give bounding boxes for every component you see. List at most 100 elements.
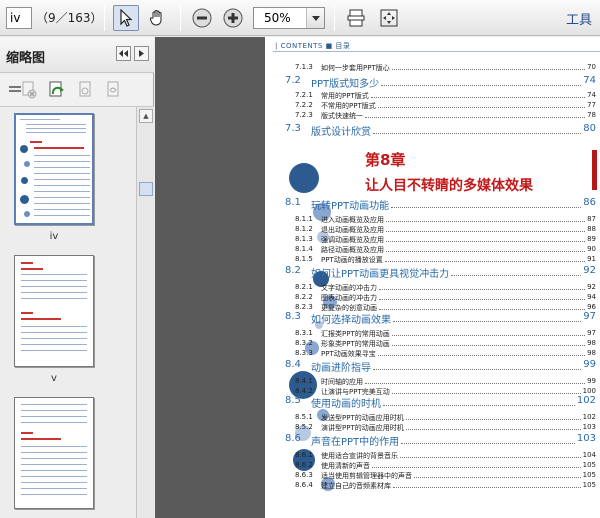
toc-entry[interactable]: 8.1.5 PPT动画的播放设置 91 <box>265 253 600 265</box>
toc-leader-dots <box>400 457 581 458</box>
toolbar-divider <box>180 5 181 31</box>
toc-number: 8.5 <box>285 395 301 406</box>
toc-number: 8.1.3 <box>295 235 313 243</box>
expand-icon <box>380 9 398 27</box>
fit-page-icon <box>347 9 365 27</box>
chevron-right-icon <box>139 50 144 57</box>
toc-section-entry[interactable]: 8.4 动画进阶指导 99 <box>265 359 600 374</box>
page-thumbnail[interactable] <box>14 397 94 509</box>
hand-icon <box>149 10 162 26</box>
toc-page-number: 102 <box>576 395 596 406</box>
expand-right-button[interactable] <box>134 46 149 61</box>
double-chevron-left-icon <box>119 50 128 57</box>
toc-leader-dots <box>372 467 581 468</box>
scroll-up-icon[interactable]: ▲ <box>139 109 153 123</box>
toc-leader-dots <box>414 477 581 478</box>
toc-number: 8.1.4 <box>295 245 313 253</box>
toc-leader-dots <box>385 261 585 262</box>
document-background <box>155 37 263 518</box>
toc-number: 8.3 <box>285 311 301 322</box>
toc-number: 8.1.2 <box>295 225 313 233</box>
toc-section-entry[interactable]: 8.3 如何选择动画效果 97 <box>265 311 600 326</box>
zoom-out-button[interactable] <box>189 5 215 31</box>
tools-menu-link[interactable]: 工具 <box>566 9 592 28</box>
zoom-value: 50% <box>264 11 291 25</box>
toc-entry[interactable]: 8.3.3 PPT动画效果寻宝 98 <box>265 347 600 359</box>
rotate-icon <box>49 81 64 97</box>
toc-section-entry[interactable]: 7.3 版式设计欣赏 80 <box>265 123 600 138</box>
toc-entry[interactable]: 8.6.4 建立自己的音频素材库 105 <box>265 479 600 491</box>
toc-title: 动画进阶指导 <box>311 363 371 374</box>
toc-entry[interactable]: 7.2.3 版式快速统一 78 <box>265 109 600 121</box>
delete-page-button[interactable] <box>18 79 40 101</box>
page-count-label: （9／163） <box>36 11 103 25</box>
decorative-circle <box>289 163 319 193</box>
toc-page-number: 98 <box>587 349 596 357</box>
main-toolbar: iv （9／163） 50% 工具 <box>0 0 600 36</box>
page-print-icon <box>79 81 91 97</box>
toc-leader-dots <box>451 275 581 276</box>
select-tool-button[interactable] <box>113 5 139 31</box>
delete-page-icon <box>22 81 37 99</box>
thumbnail-label: v <box>51 373 57 384</box>
toc-title: 版式快速统一 <box>321 112 363 120</box>
toc-number: 8.6.1 <box>295 451 313 459</box>
toc-leader-dots <box>383 405 575 406</box>
toc-page-number: 102 <box>582 413 596 421</box>
toc-leader-dots <box>392 335 585 336</box>
toc-number: 8.6.3 <box>295 471 313 479</box>
toc-section-entry[interactable]: 8.6 声音在PPT中的作用 103 <box>265 433 600 448</box>
toc-page-number: 105 <box>582 481 596 489</box>
toc-number: 8.6 <box>285 433 301 444</box>
toc-leader-dots <box>373 369 581 370</box>
zoom-select[interactable]: 50% <box>253 7 325 29</box>
toc-number: 8.1.5 <box>295 255 313 263</box>
hand-tool-button[interactable] <box>144 5 170 31</box>
toc-entry[interactable]: 8.5.2 演讲型PPT的动画应用时机 103 <box>265 421 600 433</box>
toc-section-entry[interactable]: 8.1 玩转PPT动画功能 86 <box>265 197 600 212</box>
rotate-page-button[interactable] <box>46 79 68 101</box>
toc-leader-dots <box>373 133 581 134</box>
chevron-down-icon[interactable] <box>306 8 324 28</box>
toc-number: 7.2.1 <box>295 91 313 99</box>
toc-page-number: 94 <box>587 293 596 301</box>
full-screen-button[interactable] <box>376 5 402 31</box>
page-thumbnail[interactable] <box>14 255 94 367</box>
zoom-in-button[interactable] <box>220 5 246 31</box>
toc-leader-dots <box>371 97 585 98</box>
minus-circle-icon <box>192 8 212 28</box>
toc-leader-dots <box>392 345 585 346</box>
toc-page-number: 87 <box>587 215 596 223</box>
fit-page-button[interactable] <box>343 5 369 31</box>
toc-section-entry[interactable]: 8.5 使用动画的时机 102 <box>265 395 600 410</box>
toc-leader-dots <box>401 443 575 444</box>
toc-page-number: 99 <box>587 377 596 385</box>
toc-page-number: 86 <box>583 197 596 208</box>
toc-number: 8.4 <box>285 359 301 370</box>
toc-number: 8.4.2 <box>295 387 313 395</box>
page-thumbnail[interactable] <box>14 113 94 225</box>
toc-title: 如何让PPT动画更具视觉冲击力 <box>311 269 450 280</box>
page-properties-button[interactable] <box>102 79 124 101</box>
scrollbar-thumb[interactable] <box>139 182 153 196</box>
toc-leader-dots <box>378 107 585 108</box>
toc-number: 8.1.1 <box>295 215 313 223</box>
collapse-left-button[interactable] <box>116 46 131 61</box>
page-header: | CONTENTS ■ 目录 <box>275 42 351 50</box>
toc-leader-dots <box>381 85 581 86</box>
toc-title: PPT动画效果寻宝 <box>321 350 376 358</box>
print-page-button[interactable] <box>74 79 96 101</box>
toc-entry[interactable]: 7.1.3 如何一步套用PPT版心 70 <box>265 61 600 73</box>
page-number-input[interactable]: iv <box>6 7 32 29</box>
toc-leader-dots <box>392 393 581 394</box>
pointer-icon <box>120 9 133 27</box>
thumbnail-label: iv <box>49 231 59 242</box>
toc-title: 演讲型PPT的动画应用时机 <box>321 424 404 432</box>
thumbnail-scrollbar[interactable]: ▲ <box>136 107 154 518</box>
panel-title: 缩略图 <box>6 51 46 66</box>
toc-number: 7.2.2 <box>295 101 313 109</box>
toc-leader-dots <box>379 289 585 290</box>
document-view[interactable]: | CONTENTS ■ 目录 7.1.3 如何一步套用PPT版心 70 7.2 PPT… <box>155 37 600 518</box>
toc-section-entry[interactable]: 8.2 如何让PPT动画更具视觉冲击力 92 <box>265 265 600 280</box>
toc-section-entry[interactable]: 7.2 PPT版式知多少 74 <box>265 75 600 90</box>
